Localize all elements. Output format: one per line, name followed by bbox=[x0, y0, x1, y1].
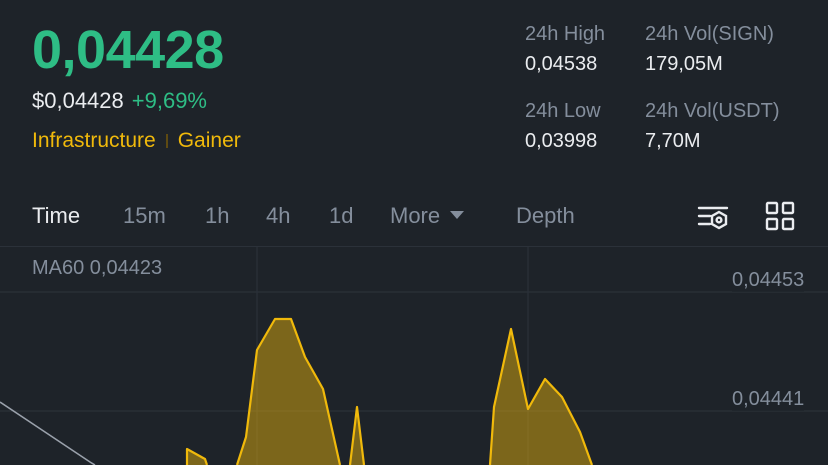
last-price: 0,04428 bbox=[32, 20, 224, 80]
token-tags: Infrastructure Gainer bbox=[32, 128, 241, 154]
ma60-label: MA60 0,04423 bbox=[32, 257, 163, 279]
tab-4h[interactable]: 4h bbox=[266, 202, 290, 230]
y-axis-label-mid: 0,04441 bbox=[732, 387, 805, 411]
chart-interval-toolbar: Time 15m 1h 4h 1d More Depth bbox=[0, 196, 828, 236]
price-usd: $0,04428 bbox=[32, 88, 124, 113]
y-axis-label-top: 0,04453 bbox=[732, 268, 805, 292]
tag-gainer[interactable]: Gainer bbox=[178, 128, 241, 154]
price-subline: $0,04428 +9,69% bbox=[32, 88, 207, 114]
stat-24h-vol-sign-value: 179,05M bbox=[645, 53, 723, 75]
tab-more-label: More bbox=[390, 203, 441, 228]
chart-settings-icon[interactable] bbox=[697, 200, 729, 232]
price-area-fill bbox=[187, 319, 592, 465]
stat-24h-high-label: 24h High bbox=[525, 23, 606, 45]
stat-24h-high-value: 0,04538 bbox=[525, 53, 598, 75]
tab-1d[interactable]: 1d bbox=[329, 202, 353, 230]
tag-infrastructure[interactable]: Infrastructure bbox=[32, 128, 156, 154]
tab-time[interactable]: Time bbox=[32, 202, 80, 230]
tab-more[interactable]: More bbox=[390, 202, 465, 230]
stat-24h-vol-usdt-label: 24h Vol(USDT) bbox=[645, 100, 780, 122]
grid-layout-icon[interactable] bbox=[764, 200, 796, 232]
chevron-down-icon bbox=[450, 211, 465, 220]
tab-depth[interactable]: Depth bbox=[516, 202, 575, 230]
market-detail-screen: 0,04428 $0,04428 +9,69% Infrastructure Ga… bbox=[0, 0, 828, 465]
stat-24h-low-label: 24h Low bbox=[525, 100, 601, 122]
tag-separator bbox=[165, 134, 168, 148]
stat-24h-vol-usdt-value: 7,70M bbox=[645, 130, 701, 152]
stat-24h-low-value: 0,03998 bbox=[525, 130, 598, 152]
price-change-percent: +9,69% bbox=[131, 88, 207, 113]
stat-24h-vol-sign-label: 24h Vol(SIGN) bbox=[645, 23, 774, 45]
tab-1h[interactable]: 1h bbox=[205, 202, 229, 230]
tab-15m[interactable]: 15m bbox=[123, 202, 166, 230]
